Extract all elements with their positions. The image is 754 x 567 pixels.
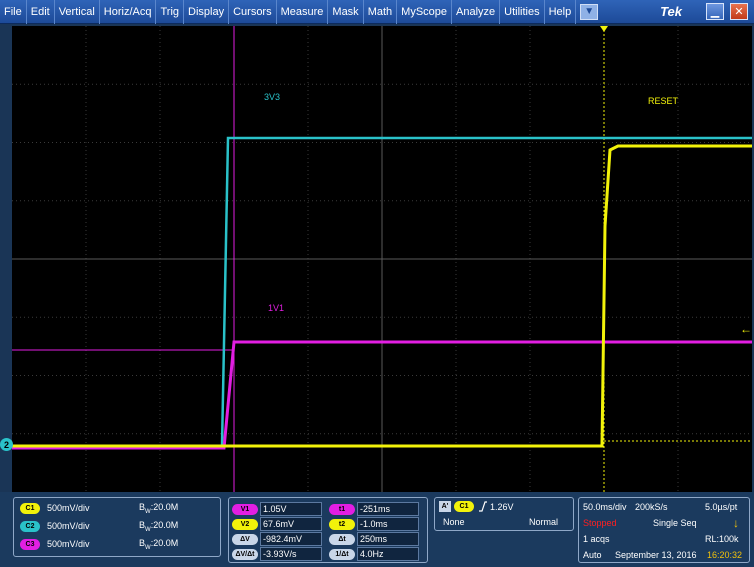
v2-value: 67.6mV [260, 517, 322, 531]
timebase: 50.0ms/div [583, 502, 627, 512]
run-mode: Auto [583, 550, 602, 560]
menu-myscope[interactable]: MyScope [397, 0, 453, 24]
c2-bandwidth: BW:20.0M [139, 519, 179, 533]
menu-horiz-acq[interactable]: Horiz/Acq [100, 0, 157, 24]
channel-row-c1[interactable]: C1 500mV/div BW:20.0M [20, 501, 199, 515]
channel-settings-box[interactable]: C1 500mV/div BW:20.0M C2 500mV/div BW:20… [13, 497, 221, 557]
t1-value: -251ms [357, 502, 419, 516]
inv-delta-t-value: 4.0Hz [357, 547, 419, 561]
delta-v-value: -982.4mV [260, 532, 322, 546]
v2-badge: V2 [232, 518, 258, 530]
label-reset: RESET [648, 96, 679, 106]
ch2-ground-marker[interactable]: 2 [0, 438, 13, 451]
menu-mask[interactable]: Mask [328, 0, 364, 24]
acq-count: 1 acqs [583, 534, 610, 544]
resolution: 5.0µs/pt [705, 502, 738, 512]
t2-value: -1.0ms [357, 517, 419, 531]
cursor-v2: V2 67.6mV [232, 517, 322, 531]
c3-scale: 500mV/div [47, 539, 90, 549]
trigger-coupling: None [443, 517, 465, 527]
trigger-level: 1.26V [490, 501, 514, 512]
cursor-delta-v: ΔV -982.4mV [232, 532, 322, 546]
down-arrow-icon[interactable]: ▼ [580, 3, 599, 20]
menu-analyze[interactable]: Analyze [452, 0, 501, 24]
trigger-settings-box[interactable]: A' C1 1.26V None Normal [434, 497, 574, 531]
cursor-readout-box[interactable]: V1 1.05V V2 67.6mV ΔV -982.4mV ΔV/Δt -3.… [228, 497, 428, 563]
trigger-level-arrow-icon[interactable]: ← [740, 322, 752, 336]
delta-t-badge: Δt [329, 533, 355, 545]
delta-t-value: 250ms [357, 532, 419, 546]
cursor-dv-dt: ΔV/Δt -3.93V/s [232, 547, 322, 561]
graticule [12, 26, 752, 492]
sample-rate: 200kS/s [635, 502, 668, 512]
cursor-t2: t2 -1.0ms [329, 517, 419, 531]
c1-scale: 500mV/div [47, 503, 90, 513]
waveform-display[interactable]: 3V3 1V1 RESET ← [12, 26, 752, 492]
inv-delta-t-badge: 1/Δt [329, 548, 355, 560]
acquisition-box[interactable]: 50.0ms/div 200kS/s 5.0µs/pt Stopped Sing… [578, 497, 750, 563]
menu-bar: File Edit Vertical Horiz/Acq Trig Displa… [0, 0, 754, 24]
trigger-source-badge: C1 [454, 501, 474, 512]
time: 16:20:32 [707, 550, 743, 560]
single-seq-arrow-icon: ↓ [733, 516, 739, 530]
brand-logo: Tek [660, 4, 682, 19]
trigger-mode-badge: A' [439, 501, 451, 512]
c1-badge[interactable]: C1 [20, 502, 40, 514]
cursor-v1: V1 1.05V [232, 502, 322, 516]
menu-trig[interactable]: Trig [156, 0, 185, 24]
close-icon[interactable]: ✕ [730, 3, 748, 20]
menu-vertical[interactable]: Vertical [55, 0, 100, 24]
c3-bandwidth: BW:20.0M [139, 537, 179, 551]
acq-mode: Single Seq [653, 518, 697, 528]
minimize-icon[interactable]: ▁ [706, 3, 724, 20]
menu-file[interactable]: File [0, 0, 27, 24]
trigger-position-icon [600, 26, 608, 32]
label-3v3: 3V3 [264, 92, 281, 102]
date: September 13, 2016 [615, 550, 697, 560]
dv-dt-badge: ΔV/Δt [232, 548, 258, 560]
cursor-inv-delta-t: 1/Δt 4.0Hz [329, 547, 419, 561]
trigger-summary: A' C1 1.26V [439, 501, 514, 512]
trigger-type: Normal [529, 517, 559, 527]
dv-dt-value: -3.93V/s [260, 547, 322, 561]
acq-state: Stopped [583, 518, 617, 528]
menu-measure[interactable]: Measure [277, 0, 329, 24]
t2-badge: t2 [329, 518, 355, 530]
t1-badge: t1 [329, 503, 355, 515]
menu-display[interactable]: Display [184, 0, 230, 24]
c2-badge[interactable]: C2 [20, 520, 40, 532]
status-panel: C1 500mV/div BW:20.0M C2 500mV/div BW:20… [0, 492, 754, 567]
c1-bandwidth: BW:20.0M [139, 501, 179, 515]
label-1v1: 1V1 [268, 303, 285, 313]
c3-badge[interactable]: C3 [20, 538, 40, 550]
v1-value: 1.05V [260, 502, 322, 516]
menu-help[interactable]: Help [545, 0, 577, 24]
delta-v-badge: ΔV [232, 533, 258, 545]
cursor-t1: t1 -251ms [329, 502, 419, 516]
rising-edge-icon [479, 501, 487, 512]
menu-edit[interactable]: Edit [27, 0, 55, 24]
cursor-delta-t: Δt 250ms [329, 532, 419, 546]
menu-utilities[interactable]: Utilities [500, 0, 545, 24]
record-length: RL:100k [705, 534, 739, 544]
channel-row-c3[interactable]: C3 500mV/div BW:20.0M [20, 537, 199, 551]
menu-cursors[interactable]: Cursors [229, 0, 277, 24]
channel-row-c2[interactable]: C2 500mV/div BW:20.0M [20, 519, 199, 533]
c2-scale: 500mV/div [47, 521, 90, 531]
menu-math[interactable]: Math [364, 0, 398, 24]
v1-badge: V1 [232, 503, 258, 515]
